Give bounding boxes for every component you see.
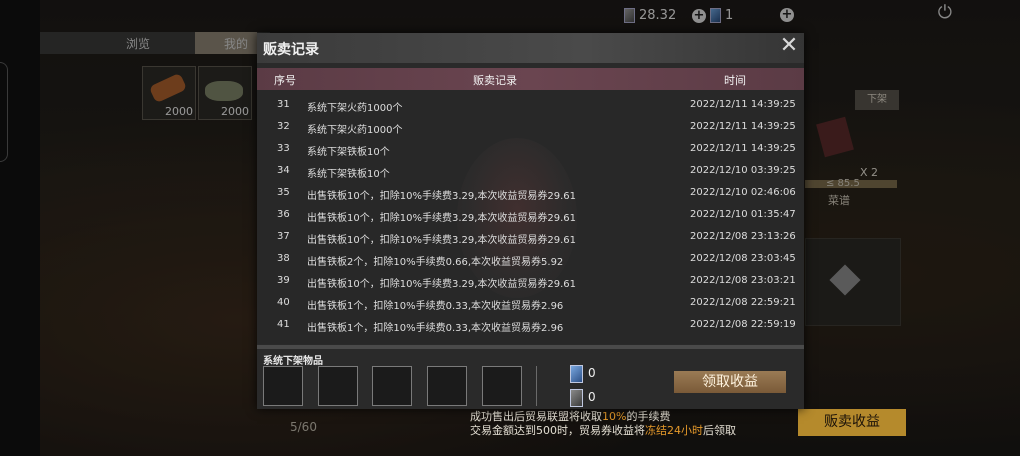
trade-ticket-amount: 0	[588, 366, 596, 380]
side-button	[0, 62, 8, 162]
table-row: 41 出售铁板1个，扣除10%手续费0.33,本次收益贸易券2.96 2022/…	[257, 315, 804, 337]
unlisted-item-slot[interactable]	[263, 366, 303, 406]
hint-line2-post: 后领取	[703, 424, 736, 437]
table-row: 37 出售铁板10个，扣除10%手续费3.29,本次收益贸易券29.61 202…	[257, 227, 804, 249]
row-num: 39	[277, 275, 290, 286]
table-row: 36 出售铁板10个，扣除10%手续费3.29,本次收益贸易券29.61 202…	[257, 205, 804, 227]
row-num: 31	[277, 99, 290, 110]
column-header-num: 序号	[274, 74, 296, 87]
table-footer-divider	[257, 345, 804, 349]
table-row: 39 出售铁板10个，扣除10%手续费3.29,本次收益贸易券29.61 202…	[257, 271, 804, 293]
trade-ticket-icon	[570, 365, 583, 383]
row-time: 2022/12/10 01:35:47	[690, 209, 796, 220]
hint-line1-pre: 成功售出后贸易联盟将收取	[470, 410, 602, 423]
table-row: 34 系统下架铁板10个 2022/12/10 03:39:25	[257, 161, 804, 183]
sell-profit-button[interactable]: 贩卖收益	[798, 409, 906, 436]
row-time: 2022/12/10 02:46:06	[690, 187, 796, 198]
column-header-record: 贩卖记录	[473, 74, 517, 87]
row-record: 出售铁板2个，扣除10%手续费0.66,本次收益贸易券5.92	[307, 257, 564, 268]
table-row: 40 出售铁板1个，扣除10%手续费0.33,本次收益贸易券2.96 2022/…	[257, 293, 804, 315]
row-time: 2022/12/08 23:03:21	[690, 275, 796, 286]
row-record: 系统下架火药1000个	[307, 103, 403, 114]
records-list[interactable]: 31 系统下架火药1000个 2022/12/11 14:39:25 32 系统…	[257, 90, 804, 344]
row-record: 出售铁板1个，扣除10%手续费0.33,本次收益贸易券2.96	[307, 301, 564, 312]
row-time: 2022/12/08 23:03:45	[690, 253, 796, 264]
row-record: 系统下架火药1000个	[307, 125, 403, 136]
hint-line1-post: 的手续费	[626, 410, 671, 423]
hint-freeze: 冻结24小时	[645, 424, 703, 437]
table-row: 33 系统下架铁板10个 2022/12/11 14:39:25	[257, 139, 804, 161]
row-time: 2022/12/11 14:39:25	[690, 121, 796, 132]
row-record: 出售铁板10个，扣除10%手续费3.29,本次收益贸易券29.61	[307, 235, 577, 246]
row-record: 出售铁板10个，扣除10%手续费3.29,本次收益贸易券29.61	[307, 191, 577, 202]
silver-ticket-icon	[570, 389, 583, 407]
unlisted-item-slot[interactable]	[427, 366, 467, 406]
row-num: 40	[277, 297, 290, 308]
row-record: 系统下架铁板10个	[307, 169, 390, 180]
unlisted-items-label: 系统下架物品	[263, 356, 323, 367]
row-time: 2022/12/08 22:59:21	[690, 297, 796, 308]
table-row: 35 出售铁板10个，扣除10%手续费3.29,本次收益贸易券29.61 202…	[257, 183, 804, 205]
table-row: 38 出售铁板2个，扣除10%手续费0.66,本次收益贸易券5.92 2022/…	[257, 249, 804, 271]
row-record: 出售铁板10个，扣除10%手续费3.29,本次收益贸易券29.61	[307, 279, 577, 290]
row-time: 2022/12/10 03:39:25	[690, 165, 796, 176]
fee-hint: 成功售出后贸易联盟将收取10%的手续费 交易金额达到500时，贸易券收益将冻结2…	[470, 410, 736, 438]
column-header-time: 时间	[724, 74, 746, 87]
dialog-header: 贩卖记录 ✕	[257, 33, 804, 63]
table-row: 31 系统下架火药1000个 2022/12/11 14:39:25	[257, 95, 804, 117]
device-bezel	[0, 0, 40, 456]
row-num: 33	[277, 143, 290, 154]
row-num: 37	[277, 231, 290, 242]
hint-fee-pct: 10%	[602, 410, 627, 423]
slot-divider	[536, 366, 537, 406]
row-num: 41	[277, 319, 290, 330]
close-icon[interactable]: ✕	[778, 35, 800, 58]
unlisted-item-slot[interactable]	[372, 366, 412, 406]
unlisted-item-slot[interactable]	[482, 366, 522, 406]
row-num: 32	[277, 121, 290, 132]
unlisted-item-slot[interactable]	[318, 366, 358, 406]
collect-earnings-button[interactable]: 领取收益	[674, 371, 786, 393]
table-header: 序号 贩卖记录 时间	[257, 68, 804, 90]
table-row: 32 系统下架火药1000个 2022/12/11 14:39:25	[257, 117, 804, 139]
row-num: 38	[277, 253, 290, 264]
row-num: 34	[277, 165, 290, 176]
row-time: 2022/12/11 14:39:25	[690, 99, 796, 110]
row-record: 系统下架铁板10个	[307, 147, 390, 158]
row-record: 出售铁板10个，扣除10%手续费3.29,本次收益贸易券29.61	[307, 213, 577, 224]
row-num: 35	[277, 187, 290, 198]
hint-line2-pre: 交易金额达到500时，贸易券收益将	[470, 424, 645, 437]
dialog-title: 贩卖记录	[263, 42, 319, 58]
row-time: 2022/12/08 23:13:26	[690, 231, 796, 242]
row-num: 36	[277, 209, 290, 220]
row-time: 2022/12/11 14:39:25	[690, 143, 796, 154]
row-record: 出售铁板1个，扣除10%手续费0.33,本次收益贸易券2.96	[307, 323, 564, 334]
row-time: 2022/12/08 22:59:19	[690, 319, 796, 330]
sales-record-dialog: 贩卖记录 ✕ 序号 贩卖记录 时间 31 系统下架火药1000个 2022/12…	[257, 33, 804, 409]
silver-ticket-amount: 0	[588, 390, 596, 404]
